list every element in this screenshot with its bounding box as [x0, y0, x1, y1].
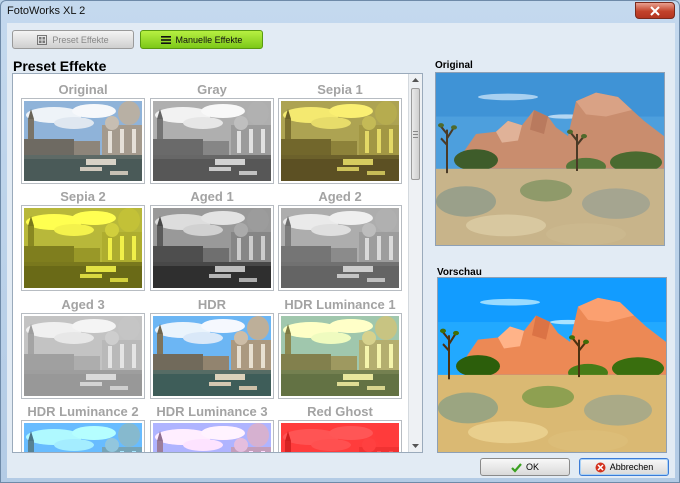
original-image [435, 72, 665, 246]
scroll-thumb[interactable] [411, 88, 420, 180]
preset-tile-label: Sepia 1 [317, 82, 363, 97]
preset-tile-label: Red Ghost [307, 404, 373, 419]
ok-button-label: OK [525, 462, 539, 472]
preset-tile-label: HDR Luminance 1 [284, 297, 396, 312]
cancel-button-label: Abbrechen [609, 462, 654, 472]
preset-effects-tab-label: Preset Effekte [52, 34, 109, 45]
preset-thumbnail[interactable] [150, 205, 274, 291]
scroll-down-icon[interactable] [411, 441, 420, 450]
preset-thumbnail[interactable] [278, 98, 402, 184]
preset-tile-label: Aged 1 [190, 189, 234, 204]
preset-tile-label: Aged 3 [61, 297, 105, 312]
preset-tile-label: HDR Luminance 2 [27, 404, 139, 419]
preset-thumbnail[interactable] [278, 313, 402, 399]
preset-thumbnail[interactable] [21, 313, 145, 399]
title-bar[interactable]: FotoWorks XL 2 [1, 1, 679, 23]
close-icon [650, 5, 660, 16]
preset-tile-label: Aged 2 [318, 189, 362, 204]
preset-thumbnail[interactable] [150, 420, 274, 452]
ok-button[interactable]: OK [480, 458, 570, 476]
preset-gallery[interactable]: Original Gray Sepia 1 Sepia 2 Aged 1 Aged 2 Ag… [12, 73, 423, 453]
preset-thumbnail[interactable] [150, 98, 274, 184]
close-window-button[interactable] [635, 2, 675, 19]
gallery-scrollbar[interactable] [408, 74, 422, 452]
window-title: FotoWorks XL 2 [7, 5, 86, 17]
scroll-up-icon[interactable] [411, 76, 420, 85]
preset-thumbnail[interactable] [21, 420, 145, 452]
preset-thumbnail[interactable] [150, 313, 274, 399]
fotoworks-window: FotoWorks XL 2 Preset Effekte Manuelle E… [0, 0, 680, 483]
preset-effects-tab[interactable]: Preset Effekte [12, 30, 134, 49]
preset-tile-label: HDR Luminance 3 [156, 404, 268, 419]
preset-tile-label: Sepia 2 [60, 189, 106, 204]
checkmark-icon [511, 462, 522, 473]
preset-thumbnail[interactable] [21, 205, 145, 291]
manual-effects-tab-label: Manuelle Effekte [175, 34, 243, 45]
preset-thumbnail[interactable] [21, 98, 145, 184]
preset-tile-label: HDR [197, 297, 227, 312]
manual-effects-tab[interactable]: Manuelle Effekte [140, 30, 263, 49]
list-icon [160, 35, 171, 44]
cancel-icon [595, 462, 606, 472]
dialog-client-area: Preset Effekte Manuelle Effekte Preset E… [7, 23, 675, 478]
preset-thumbnail[interactable] [278, 420, 402, 452]
cancel-button[interactable]: Abbrechen [579, 458, 669, 476]
preset-tile-label: Original [58, 82, 108, 97]
preview-image [437, 277, 667, 453]
grid-icon [37, 34, 48, 45]
preset-tile-label: Gray [197, 82, 227, 97]
preset-thumbnail[interactable] [278, 205, 402, 291]
original-label: Original [435, 60, 473, 71]
section-title: Preset Effekte [13, 58, 107, 74]
